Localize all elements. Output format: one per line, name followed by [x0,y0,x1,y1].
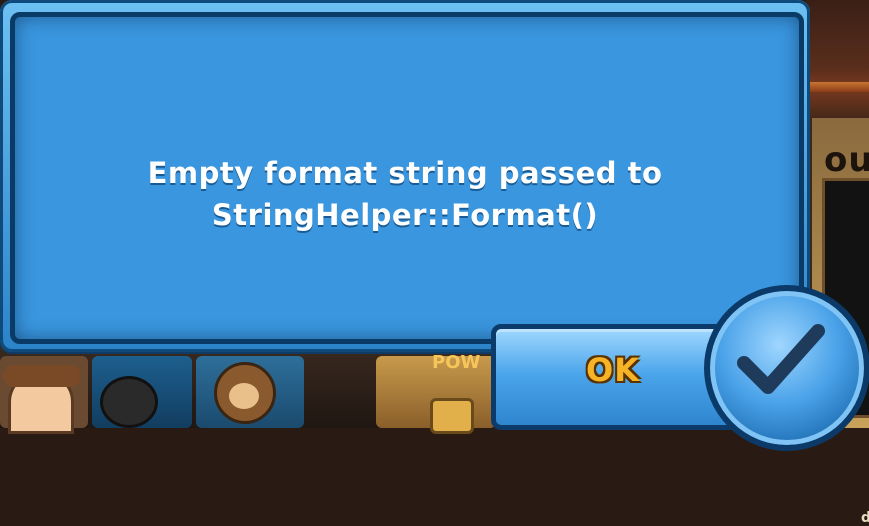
background-top-right-wall [806,0,869,125]
error-message-line-1: Empty format string passed to [147,156,663,190]
lock-icon [430,398,474,434]
error-dialog: Empty format string passed to StringHelp… [0,0,810,352]
ok-button-label: OK [586,351,640,389]
side-panel-heading: out [824,140,869,180]
monkey-icon [214,362,276,424]
error-message-line-2: StringHelper::Format() [211,198,599,232]
checkmark-icon [737,324,825,394]
error-message: Empty format string passed to StringHelp… [0,152,810,236]
bomb-icon [100,376,158,428]
background-rail [806,82,869,92]
side-panel-caption: d [860,510,869,526]
confirm-button[interactable] [704,285,869,451]
hero-portrait [3,365,81,434]
power-label: POW [432,352,481,373]
